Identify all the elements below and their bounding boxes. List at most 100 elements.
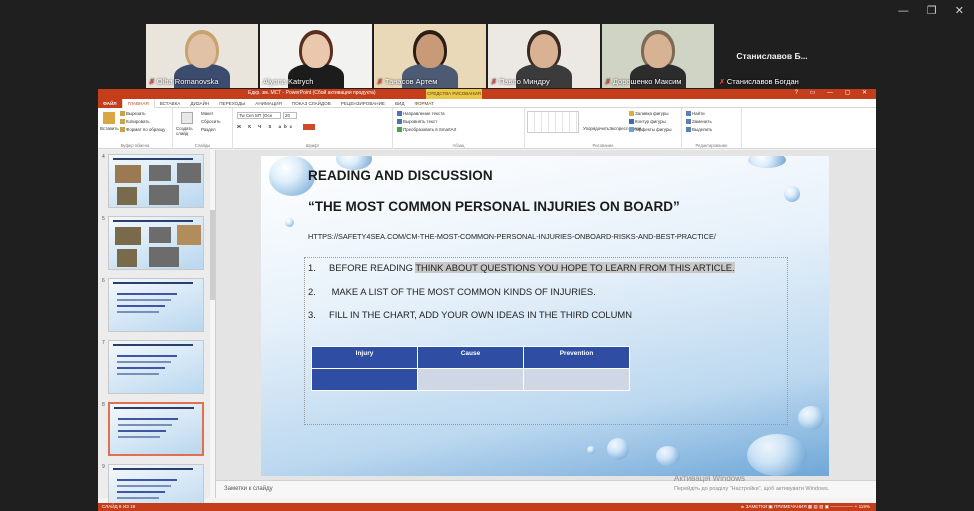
section-button[interactable]: Раздел: [201, 127, 216, 132]
table-cell[interactable]: [312, 369, 418, 391]
tab-8[interactable]: ВИД: [390, 99, 409, 108]
tab-0[interactable]: ФАЙЛ: [98, 99, 122, 108]
align-text-button[interactable]: Выровнять текст: [397, 119, 437, 124]
replace-button[interactable]: Заменить: [686, 119, 712, 124]
content-textbox[interactable]: [304, 257, 788, 425]
select-button[interactable]: Выделить: [686, 127, 712, 132]
font-color-icon[interactable]: [303, 124, 315, 130]
thumbnail-title-line: [113, 220, 193, 222]
water-drop: [784, 186, 800, 202]
tab-1[interactable]: ГЛАВНАЯ: [122, 99, 155, 108]
font-name-select[interactable]: Tw Cen MT (Осн: [237, 112, 281, 119]
slide-thumbnail[interactable]: [108, 340, 204, 394]
shape-effects-button[interactable]: Эффекты фигуры: [629, 127, 672, 132]
participant-tile[interactable]: ✗ Павло Миндру: [488, 24, 600, 88]
format-painter-button[interactable]: Формат по образцу: [120, 127, 165, 132]
shapes-gallery[interactable]: [527, 111, 579, 133]
thumbnail-text-line: [118, 424, 172, 426]
text-direction-button[interactable]: Направление текста: [397, 111, 445, 116]
smartart-label: Преобразовать в SmartArt: [403, 127, 456, 132]
thumbnail-text-line: [118, 430, 166, 432]
slide-title: READING AND DISCUSSION: [308, 168, 493, 183]
font-group: Tw Cen MT (Осн 20 Ж К Ч S abc Шрифт: [233, 108, 393, 149]
slide-canvas[interactable]: READING AND DISCUSSION “THE MOST COMMON …: [261, 156, 829, 476]
table-header-cause[interactable]: Cause: [418, 347, 524, 369]
table-cell[interactable]: [418, 369, 524, 391]
muted-mic-icon: ✗: [605, 78, 611, 86]
zoom-window: — ❐ ✕ ✗ Olha Romanovska Alyona Katrych ✗ Тан…: [0, 0, 974, 511]
muted-mic-icon: ✗: [719, 78, 725, 86]
slide-url[interactable]: HTTPS://SAFETY4SEA.COM/CM-THE-MOST-COMMO…: [308, 232, 716, 241]
participant-tile[interactable]: ✗ Танасов Артем: [374, 24, 486, 88]
align-text-label: Выровнять текст: [403, 119, 437, 124]
window-controls: — ❐ ✕: [898, 4, 964, 17]
thumbnail-text-line: [117, 373, 159, 375]
thumbnail-photo: [149, 247, 179, 267]
slide-number: 7: [102, 340, 105, 346]
slide-thumbnail[interactable]: [108, 278, 204, 332]
cut-label: Вырезать: [126, 111, 146, 116]
participant-face: [188, 34, 216, 68]
participant-tile[interactable]: Alyona Katrych: [260, 24, 372, 88]
shape-fill-button[interactable]: Заливка фигуры: [629, 111, 669, 116]
table-header-prevention[interactable]: Prevention: [524, 347, 630, 369]
tab-5[interactable]: АНИМАЦИЯ: [250, 99, 287, 108]
table-cell[interactable]: [524, 369, 630, 391]
slide-thumbnail[interactable]: [108, 216, 204, 270]
participant-tile[interactable]: Станиславов Б... ✗ Станиславов Богдан: [716, 24, 828, 88]
minimize-icon[interactable]: —: [898, 4, 909, 17]
arrange-button[interactable]: Упорядочить: [583, 126, 609, 131]
ppt-window-buttons[interactable]: ? ▭ — ▢ ✕: [795, 89, 872, 96]
participant-name: ✗ Станиславов Богдан: [719, 77, 799, 86]
replace-label: Заменить: [692, 119, 712, 124]
scrollbar-knob[interactable]: [210, 210, 215, 300]
restore-icon[interactable]: ❐: [927, 4, 937, 17]
thumbnails-scrollbar[interactable]: [210, 150, 215, 498]
thumbnail-title-line: [114, 407, 194, 409]
tab-7[interactable]: РЕЦЕНЗИРОВАНИЕ: [336, 99, 390, 108]
slide-number: 6: [102, 278, 105, 284]
new-slide-icon[interactable]: [181, 112, 193, 124]
slide-thumbnail[interactable]: [108, 154, 204, 208]
paste-icon[interactable]: [103, 112, 115, 124]
paste-button[interactable]: Вставить: [100, 126, 119, 131]
item-text: BEFORE READING: [329, 262, 415, 273]
align-text-icon: [397, 119, 402, 124]
thumbnail-text-line: [117, 311, 159, 313]
text-direction-label: Направление текста: [403, 111, 445, 116]
font-style-buttons[interactable]: Ж К Ч S abc: [237, 124, 295, 129]
participant-tile[interactable]: ✗ Дорошенко Максим: [602, 24, 714, 88]
slide-subtitle: “THE MOST COMMON PERSONAL INJURIES ON BO…: [308, 199, 680, 214]
tab-2[interactable]: ВСТАВКА: [155, 99, 186, 108]
thumbnail-title-line: [113, 344, 193, 346]
cut-button[interactable]: Вырезать: [120, 111, 146, 116]
table-header-injury[interactable]: Injury: [312, 347, 418, 369]
slide-number: 9: [102, 464, 105, 470]
chart-table[interactable]: Injury Cause Prevention: [311, 346, 630, 391]
participant-display-name: Станиславов Б...: [736, 51, 807, 61]
reset-button[interactable]: Сбросить: [201, 119, 221, 124]
find-button[interactable]: Найти: [686, 111, 705, 116]
thumbnail-photo: [149, 227, 171, 243]
close-icon[interactable]: ✕: [955, 4, 964, 17]
new-slide-button[interactable]: Создать слайд: [176, 126, 198, 136]
tab-4[interactable]: ПЕРЕХОДЫ: [214, 99, 250, 108]
copy-button[interactable]: Копировать: [120, 119, 150, 124]
thumbnail-photo: [117, 249, 137, 267]
font-size-select[interactable]: 20: [283, 112, 297, 119]
tab-6[interactable]: ПОКАЗ СЛАЙДОВ: [287, 99, 336, 108]
shape-fill-label: Заливка фигуры: [635, 111, 669, 116]
muted-mic-icon: ✗: [491, 78, 497, 86]
slide-thumbnail[interactable]: [108, 402, 204, 456]
item-highlight: THINK ABOUT QUESTIONS YOU HOPE TO LEARN …: [415, 262, 734, 273]
shape-outline-button[interactable]: Контур фигуры: [629, 119, 666, 124]
smartart-button[interactable]: Преобразовать в SmartArt: [397, 127, 456, 132]
participant-name-label: Olha Romanovska: [157, 77, 219, 86]
tab-3[interactable]: ДИЗАЙН: [185, 99, 214, 108]
participant-face: [644, 34, 672, 68]
participant-tile[interactable]: ✗ Olha Romanovska: [146, 24, 258, 88]
tab-9[interactable]: ФОРМАТ: [409, 99, 438, 108]
status-controls[interactable]: ≐ ЗАМЕТКИ ▣ ПРИМЕЧАНИЯ ▦ ▤ ▥ ▣ ————— + 1…: [740, 503, 870, 511]
layout-button[interactable]: Макет: [201, 111, 213, 116]
water-drop: [798, 406, 824, 430]
